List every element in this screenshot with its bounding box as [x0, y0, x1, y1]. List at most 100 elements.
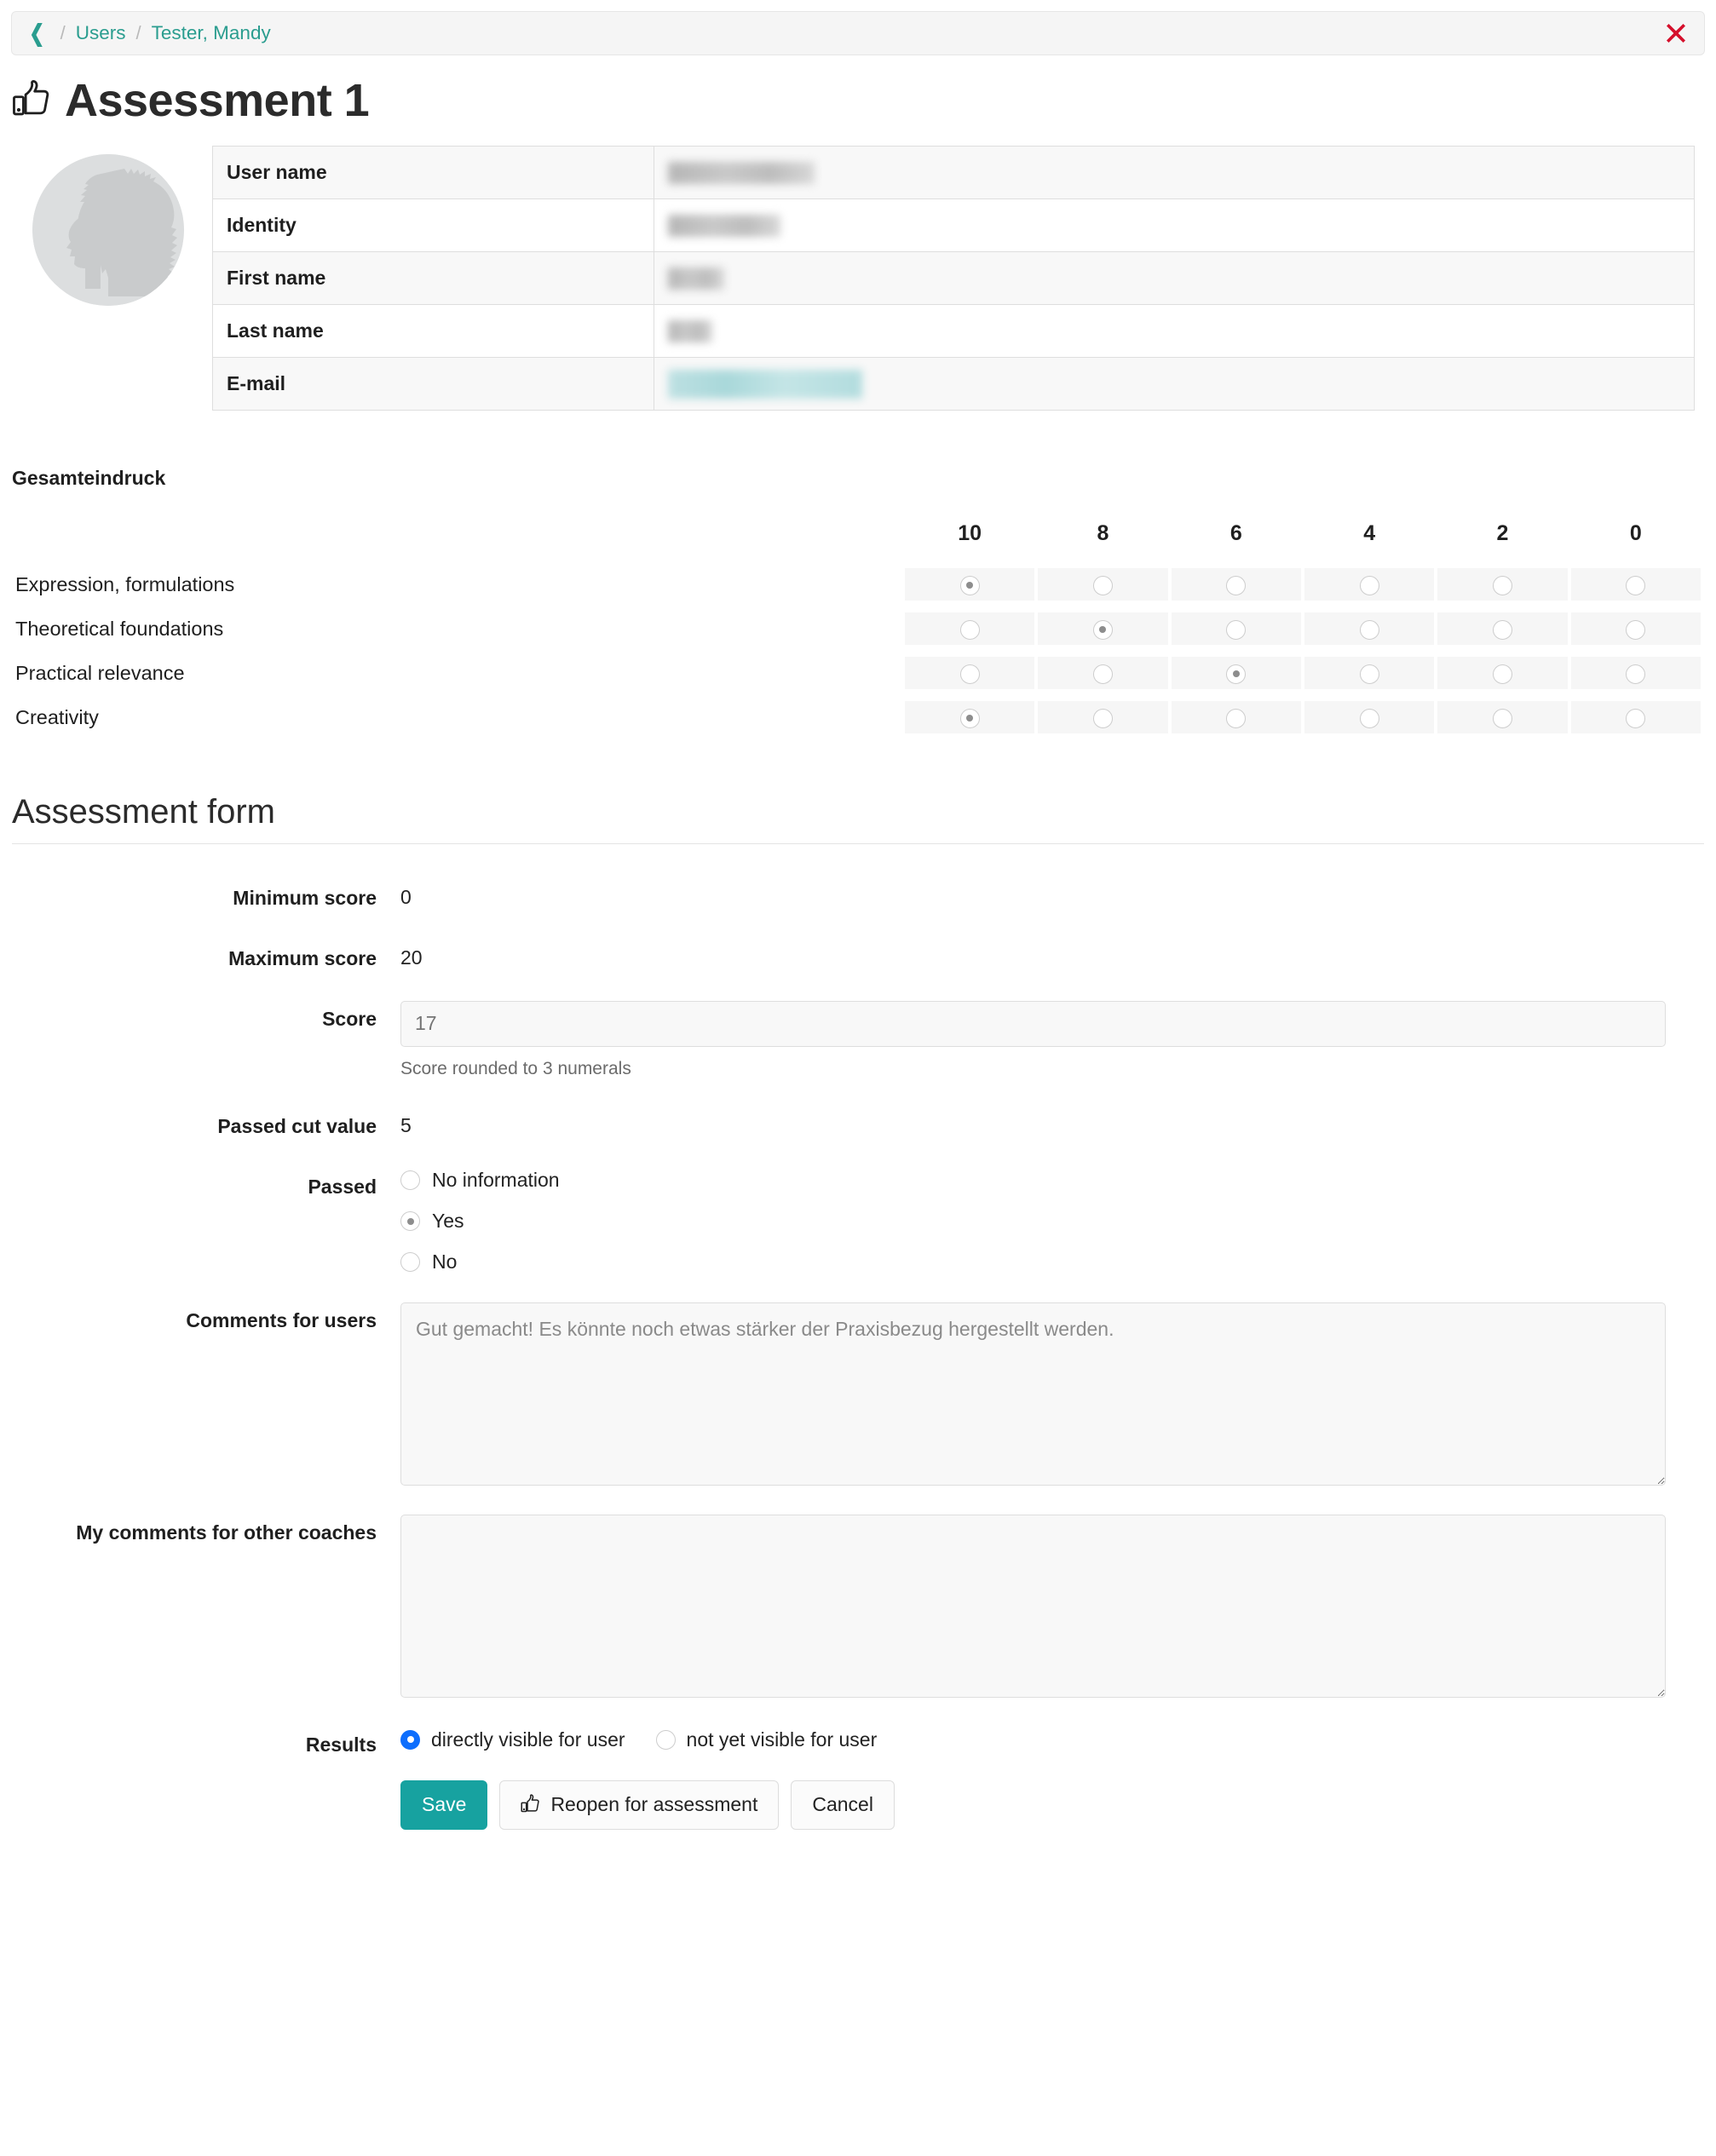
- matrix-column-header: 0: [1629, 521, 1642, 545]
- matrix-cell[interactable]: [1171, 612, 1301, 645]
- radio-icon[interactable]: [1626, 619, 1646, 640]
- matrix-column-header: 6: [1229, 521, 1242, 545]
- score-label: Score: [322, 1007, 377, 1030]
- radio-icon[interactable]: [1492, 619, 1512, 640]
- radio-icon-checked[interactable]: [959, 575, 980, 595]
- matrix-cell[interactable]: [1171, 568, 1301, 601]
- matrix-cell[interactable]: [905, 657, 1035, 689]
- radio-icon[interactable]: [1226, 619, 1247, 640]
- save-button[interactable]: Save: [400, 1779, 488, 1830]
- breadcrumb-item-user[interactable]: Tester, Mandy: [152, 22, 271, 44]
- score-input[interactable]: [400, 1000, 1666, 1047]
- matrix-cell[interactable]: [1304, 568, 1435, 601]
- matrix-cell[interactable]: [1570, 657, 1701, 689]
- radio-icon-checked[interactable]: [1092, 619, 1113, 640]
- radio-icon-checked[interactable]: [400, 1729, 420, 1750]
- matrix-row-label: Theoretical foundations: [15, 617, 224, 640]
- radio-icon[interactable]: [400, 1252, 420, 1273]
- matrix-cell[interactable]: [1437, 701, 1568, 733]
- passed-option-label: No: [432, 1250, 458, 1273]
- matrix-cell[interactable]: [1437, 657, 1568, 689]
- minimum-score-value: 0: [400, 886, 412, 908]
- radio-icon[interactable]: [1492, 664, 1512, 684]
- table-row: User name: [212, 146, 1695, 199]
- radio-icon-checked[interactable]: [400, 1211, 420, 1232]
- radio-icon[interactable]: [1626, 664, 1646, 684]
- thumbs-up-icon: [521, 1794, 540, 1815]
- matrix-cell[interactable]: [1570, 701, 1701, 733]
- results-option-not-yet-visible[interactable]: not yet visible for user: [655, 1728, 877, 1751]
- radio-icon[interactable]: [655, 1729, 676, 1750]
- matrix-cell[interactable]: [1038, 568, 1168, 601]
- matrix-row: Theoretical foundations: [15, 612, 1701, 645]
- row-extra: [1080, 304, 1695, 358]
- matrix-cell[interactable]: [1038, 612, 1168, 645]
- row-value-redacted: [654, 199, 1080, 252]
- matrix-corner: [15, 520, 901, 556]
- matrix-cell[interactable]: [1171, 701, 1301, 733]
- radio-icon-checked[interactable]: [1226, 664, 1247, 684]
- radio-icon[interactable]: [959, 664, 980, 684]
- matrix-header-row: 10 8 6 4 2 0: [15, 520, 1701, 556]
- row-label: E-mail: [212, 357, 654, 411]
- radio-icon[interactable]: [1626, 708, 1646, 728]
- table-row: E-mail: [212, 357, 1695, 411]
- thumbs-up-icon: [12, 79, 51, 122]
- comments-for-coaches-textarea[interactable]: [400, 1514, 1666, 1698]
- matrix-cell[interactable]: [1437, 568, 1568, 601]
- reopen-for-assessment-button[interactable]: Reopen for assessment: [499, 1779, 780, 1830]
- matrix-cell[interactable]: [1038, 657, 1168, 689]
- matrix-cell[interactable]: [1304, 657, 1435, 689]
- close-icon[interactable]: [1663, 20, 1689, 46]
- radio-icon[interactable]: [1226, 708, 1247, 728]
- passed-option-no[interactable]: No: [400, 1250, 1716, 1273]
- matrix-cell[interactable]: [1570, 568, 1701, 601]
- radio-icon[interactable]: [1492, 575, 1512, 595]
- matrix-cell[interactable]: [905, 612, 1035, 645]
- assessment-form: Minimum score 0 Maximum score 20 Score S…: [0, 880, 1716, 1830]
- radio-icon[interactable]: [1092, 575, 1113, 595]
- row-label: First name: [212, 251, 654, 305]
- radio-icon-checked[interactable]: [959, 708, 980, 728]
- rating-matrix-title: Gesamteindruck: [12, 467, 166, 489]
- radio-icon[interactable]: [1359, 619, 1379, 640]
- radio-icon[interactable]: [1492, 708, 1512, 728]
- matrix-column-header: 8: [1097, 521, 1109, 545]
- radio-icon[interactable]: [1359, 708, 1379, 728]
- table-row: Identity: [212, 198, 1695, 252]
- radio-icon[interactable]: [1359, 575, 1379, 595]
- matrix-cell[interactable]: [1570, 612, 1701, 645]
- passed-option-yes[interactable]: Yes: [400, 1210, 1716, 1233]
- row-extra: [1080, 146, 1695, 199]
- matrix-row: Practical relevance: [15, 657, 1701, 689]
- matrix-cell[interactable]: [1304, 612, 1435, 645]
- field-passed: Passed No information Yes No: [0, 1169, 1716, 1273]
- radio-icon[interactable]: [1226, 575, 1247, 595]
- radio-icon[interactable]: [1626, 575, 1646, 595]
- comments-for-users-textarea[interactable]: [400, 1302, 1666, 1486]
- row-value-redacted: [654, 305, 1080, 358]
- radio-icon[interactable]: [1359, 664, 1379, 684]
- row-value-redacted: [654, 252, 1080, 305]
- breadcrumb-item-users[interactable]: Users: [76, 22, 126, 44]
- matrix-cell[interactable]: [905, 701, 1035, 733]
- matrix-row-label: Creativity: [15, 705, 99, 728]
- matrix-cell[interactable]: [1038, 701, 1168, 733]
- passed-option-label: Yes: [432, 1209, 464, 1232]
- radio-icon[interactable]: [1092, 708, 1113, 728]
- passed-option-no-information[interactable]: No information: [400, 1169, 1716, 1192]
- results-option-directly-visible[interactable]: directly visible for user: [400, 1728, 625, 1751]
- passed-cut-value-value: 5: [400, 1113, 412, 1136]
- matrix-cell[interactable]: [1437, 612, 1568, 645]
- radio-icon[interactable]: [400, 1170, 420, 1191]
- matrix-row-label: Practical relevance: [15, 661, 185, 684]
- matrix-cell[interactable]: [905, 568, 1035, 601]
- radio-icon[interactable]: [1092, 664, 1113, 684]
- matrix-cell[interactable]: [1171, 657, 1301, 689]
- radio-icon[interactable]: [959, 619, 980, 640]
- page-title: Assessment 1: [12, 74, 1716, 127]
- cancel-button[interactable]: Cancel: [791, 1779, 895, 1830]
- matrix-cell[interactable]: [1304, 701, 1435, 733]
- chevron-left-icon[interactable]: ❮: [29, 21, 44, 45]
- user-info-table: User name Identity First name Last name: [212, 146, 1695, 411]
